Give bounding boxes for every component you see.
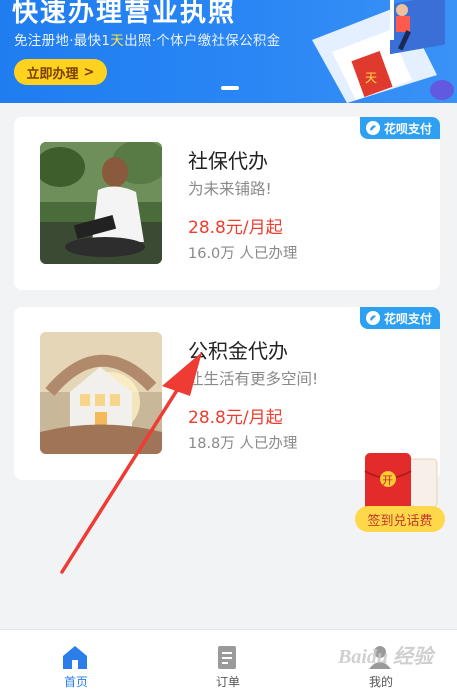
- banner-day-label: 天: [365, 71, 377, 85]
- card-price: 28.8元/月起: [188, 218, 283, 238]
- tab-orders[interactable]: 订单: [152, 630, 304, 689]
- housing-fund-thumbnail: [40, 332, 162, 454]
- card-applicant-count: 16.0万 人已办理: [188, 246, 298, 262]
- card-description: 为未来铺路!: [188, 180, 272, 198]
- red-packet-char: 开: [382, 474, 393, 487]
- tab-home[interactable]: 首页: [0, 630, 152, 689]
- tab-home-label: 首页: [63, 675, 88, 689]
- tab-orders-label: 订单: [215, 675, 240, 689]
- apply-now-button[interactable]: 立即办理 >: [14, 59, 107, 85]
- checkin-reward-button[interactable]: 签到兑话费: [355, 506, 445, 532]
- banner-subtitle: 免注册地·最快1天出照·个体户缴社保公积金: [14, 33, 281, 49]
- card-title: 公积金代办: [188, 339, 288, 363]
- huabei-pay-badge: 花呗支付: [359, 307, 440, 329]
- card-description: 让生活有更多空间!: [188, 370, 319, 388]
- home-icon: [63, 646, 87, 669]
- apply-now-label: 立即办理: [26, 66, 79, 82]
- huabei-pay-badge: 花呗支付: [359, 117, 440, 139]
- chevron-right-icon: >: [83, 64, 95, 80]
- card-title: 社保代办: [188, 149, 268, 173]
- pay-badge-label: 花呗支付: [383, 121, 432, 136]
- huabei-icon: [365, 311, 380, 325]
- order-icon: [218, 646, 236, 669]
- pay-badge-label: 花呗支付: [383, 311, 432, 326]
- card-price: 28.8元/月起: [188, 408, 283, 428]
- banner-illustration: 天: [312, 0, 454, 103]
- service-card-social-security[interactable]: 花呗支付 社保代办 为未来铺路! 28.8元/月起 16.0万 人已办理: [14, 117, 440, 290]
- social-security-thumbnail: [40, 142, 162, 264]
- banner-title: 快速办理营业执照: [12, 0, 237, 28]
- card-applicant-count: 18.8万 人已办理: [188, 436, 298, 452]
- huabei-icon: [365, 121, 380, 135]
- tab-mine-label: 我的: [368, 675, 393, 689]
- promo-banner[interactable]: 快速办理营业执照 免注册地·最快1天出照·个体户缴社保公积金 立即办理 > 天: [0, 0, 457, 103]
- carousel-indicator: [221, 86, 239, 90]
- watermark: Baidu 经验: [338, 646, 434, 668]
